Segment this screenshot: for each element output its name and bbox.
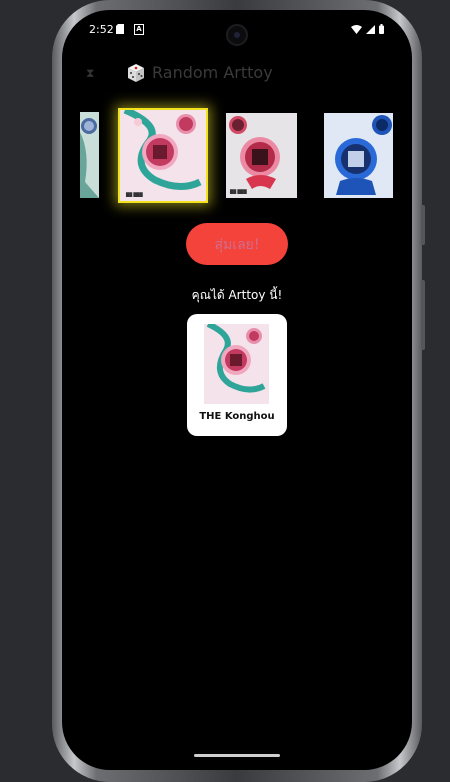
phone-screen: 2:52 A ⧗ Random Arttoy ██ ███ ██ ███ สุ่… xyxy=(62,10,412,770)
status-bar: 2:52 A xyxy=(62,10,412,50)
die-icon xyxy=(128,64,144,82)
hourglass-icon[interactable]: ⧗ xyxy=(86,66,96,80)
carousel-item-pink[interactable]: ██ ███ xyxy=(118,108,208,203)
random-button[interactable]: สุ่มเลย! xyxy=(186,223,288,265)
carousel-item-blue[interactable] xyxy=(324,113,393,198)
status-icons xyxy=(351,24,384,34)
app-title: Random Arttoy xyxy=(152,63,273,82)
pink-poster-image: ██ ███ xyxy=(120,110,206,201)
power-button xyxy=(421,205,425,245)
sim-card-icon xyxy=(116,24,124,34)
result-image xyxy=(204,324,269,404)
result-name: THE Konghou xyxy=(199,411,275,422)
notification-a-icon: A xyxy=(134,24,144,35)
svg-text:██ ███: ██ ███ xyxy=(229,189,248,194)
status-time: 2:52 xyxy=(89,23,114,36)
carousel-item-teal[interactable] xyxy=(80,112,99,198)
blue-poster-image xyxy=(324,113,393,198)
result-card[interactable]: THE Konghou xyxy=(187,314,287,436)
result-poster-image xyxy=(204,324,269,404)
front-camera xyxy=(226,24,248,46)
app-bar: ⧗ Random Arttoy xyxy=(62,60,412,90)
battery-icon xyxy=(379,24,384,34)
svg-text:██ ███: ██ ███ xyxy=(125,192,144,197)
carousel-item-red[interactable]: ██ ███ xyxy=(226,113,297,198)
teal-poster-image xyxy=(80,112,99,198)
volume-button xyxy=(421,280,425,350)
wifi-icon xyxy=(351,24,362,34)
signal-icon xyxy=(366,24,375,34)
home-indicator[interactable] xyxy=(194,754,280,757)
red-poster-image: ██ ███ xyxy=(226,113,297,198)
result-heading: คุณได้ Arttoy นี้! xyxy=(191,288,283,302)
arttoy-carousel: ██ ███ ██ ███ xyxy=(62,108,412,205)
